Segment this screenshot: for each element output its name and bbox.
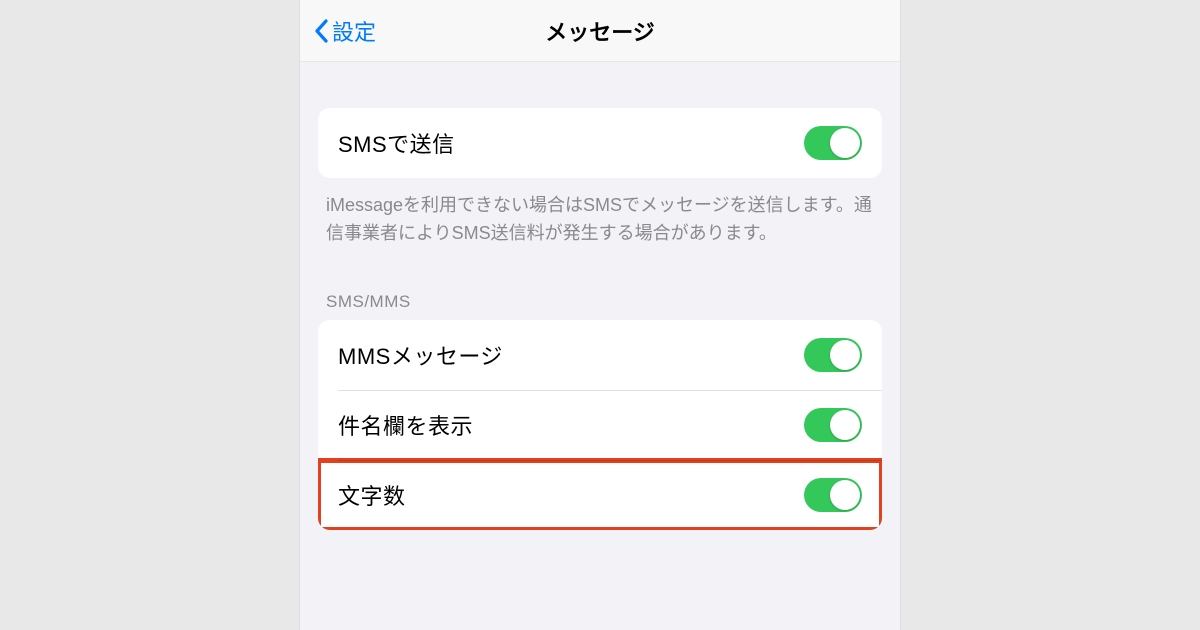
subject-row[interactable]: 件名欄を表示 (318, 390, 882, 460)
back-label: 設定 (332, 15, 376, 47)
smsmms-group: MMSメッセージ 件名欄を表示 文字数 (318, 320, 882, 530)
chevron-left-icon (314, 19, 328, 43)
back-button[interactable]: 設定 (314, 15, 376, 47)
smsmms-header: SMS/MMS (300, 248, 900, 320)
sms-send-toggle[interactable] (804, 126, 862, 160)
page-title: メッセージ (545, 15, 655, 47)
charcount-toggle[interactable] (804, 478, 862, 512)
subject-toggle[interactable] (804, 408, 862, 442)
charcount-label: 文字数 (338, 479, 406, 511)
navigation-bar: 設定 メッセージ (300, 0, 900, 62)
sms-send-label: SMSで送信 (338, 127, 455, 159)
mms-label: MMSメッセージ (338, 339, 503, 371)
sms-send-footer: iMessageを利用できない場合はSMSでメッセージを送信します。通信事業者に… (300, 178, 900, 248)
subject-label: 件名欄を表示 (338, 409, 473, 441)
charcount-row[interactable]: 文字数 (318, 460, 882, 530)
mms-row[interactable]: MMSメッセージ (318, 320, 882, 390)
settings-screen: 設定 メッセージ SMSで送信 iMessageを利用できない場合はSMSでメッ… (300, 0, 900, 630)
sms-send-group: SMSで送信 (318, 108, 882, 178)
sms-send-row[interactable]: SMSで送信 (318, 108, 882, 178)
mms-toggle[interactable] (804, 338, 862, 372)
settings-body: SMSで送信 iMessageを利用できない場合はSMSでメッセージを送信します… (300, 62, 900, 530)
